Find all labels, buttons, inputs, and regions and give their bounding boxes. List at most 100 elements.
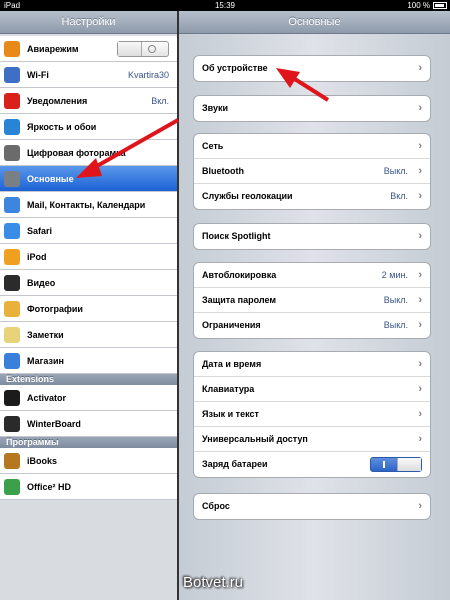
- sidebar-item-label: WinterBoard: [27, 419, 81, 429]
- sidebar-item-label: Activator: [27, 393, 67, 403]
- sidebar-item-label: iBooks: [27, 456, 58, 466]
- brightness-icon: [4, 119, 20, 135]
- settings-row-label: Об устройстве: [202, 63, 268, 73]
- sidebar-item[interactable]: Видео: [0, 270, 177, 296]
- sidebar-item[interactable]: Цифровая фоторамка: [0, 140, 177, 166]
- safari-icon: [4, 223, 20, 239]
- settings-row[interactable]: Службы геолокации Вкл. ›: [194, 184, 430, 209]
- chevron-right-icon: ›: [418, 383, 422, 395]
- settings-row-label: Звуки: [202, 103, 228, 113]
- settings-row-label: Заряд батареи: [202, 459, 268, 469]
- sidebar-item-label: Основные: [27, 174, 74, 184]
- sidebar-list: Авиарежим Wi-Fi Kvartira30 Уведомления Вкл. Я…: [0, 36, 177, 500]
- chevron-right-icon: ›: [418, 140, 422, 152]
- settings-row[interactable]: Сеть ›: [194, 134, 430, 159]
- settings-row-value: Выкл.: [383, 320, 408, 330]
- ibooks-icon: [4, 453, 20, 469]
- sidebar-item-label: Заметки: [27, 330, 64, 340]
- settings-row[interactable]: Защита паролем Выкл. ›: [194, 288, 430, 313]
- settings-row-label: Сброс: [202, 501, 230, 511]
- sidebar-item[interactable]: Office² HD: [0, 474, 177, 500]
- gear-icon: [4, 171, 20, 187]
- mail-icon: [4, 197, 20, 213]
- sidebar-item[interactable]: Магазин: [0, 348, 177, 374]
- chevron-right-icon: ›: [418, 319, 422, 331]
- sidebar-item[interactable]: Mail, Контакты, Календари: [0, 192, 177, 218]
- settings-row-value: Вкл.: [390, 191, 408, 201]
- settings-row[interactable]: Звуки ›: [194, 96, 430, 121]
- settings-group: Звуки ›: [193, 95, 431, 122]
- sidebar-item[interactable]: iBooks: [0, 448, 177, 474]
- sidebar-item[interactable]: iPod: [0, 244, 177, 270]
- settings-row[interactable]: Ограничения Выкл. ›: [194, 313, 430, 338]
- settings-row[interactable]: Универсальный доступ ›: [194, 427, 430, 452]
- settings-group: Дата и время › Клавиатура › Язык и текст › Уни…: [193, 351, 431, 478]
- sidebar-item[interactable]: WinterBoard: [0, 411, 177, 437]
- sidebar-item[interactable]: Основные: [0, 166, 177, 192]
- settings-sidebar: Настройки Авиарежим Wi-Fi Kvartira30 Уведом…: [0, 11, 177, 600]
- battery-percentage-toggle[interactable]: [370, 457, 422, 472]
- sidebar-item[interactable]: Wi-Fi Kvartira30: [0, 62, 177, 88]
- settings-group: Сброс ›: [193, 493, 431, 520]
- pane-title: Основные: [179, 11, 450, 34]
- settings-row[interactable]: Поиск Spotlight ›: [194, 224, 430, 249]
- chevron-right-icon: ›: [418, 358, 422, 370]
- winterboard-icon: [4, 416, 20, 432]
- sidebar-item-label: Mail, Контакты, Календари: [27, 200, 146, 210]
- sidebar-item-label: Магазин: [27, 356, 64, 366]
- chevron-right-icon: ›: [418, 408, 422, 420]
- settings-row[interactable]: Об устройстве ›: [194, 56, 430, 81]
- photo-frame-icon: [4, 145, 20, 161]
- sidebar-item-label: Office² HD: [27, 482, 72, 492]
- sidebar-item-value: Kvartira30: [127, 70, 169, 80]
- video-icon: [4, 275, 20, 291]
- settings-row[interactable]: Bluetooth Выкл. ›: [194, 159, 430, 184]
- battery-percent: 100 %: [407, 1, 430, 10]
- chevron-right-icon: ›: [418, 102, 422, 114]
- status-bar: iPad 15:39 100 %: [0, 0, 450, 11]
- settings-row-value: Выкл.: [383, 166, 408, 176]
- sidebar-item[interactable]: Фотографии: [0, 296, 177, 322]
- sidebar-item-label: Safari: [27, 226, 53, 236]
- settings-row[interactable]: Дата и время ›: [194, 352, 430, 377]
- clock: 15:39: [214, 1, 236, 10]
- sidebar-item[interactable]: Уведомления Вкл.: [0, 88, 177, 114]
- sidebar-title: Настройки: [0, 11, 177, 34]
- settings-row-label: Дата и время: [202, 359, 262, 369]
- settings-row-value: 2 мин.: [381, 270, 408, 280]
- sidebar-section-header: Extensions: [0, 374, 177, 385]
- sidebar-item-label: Авиарежим: [27, 44, 79, 54]
- settings-row-label: Bluetooth: [202, 166, 244, 176]
- settings-row[interactable]: Сброс ›: [194, 494, 430, 519]
- sidebar-item-label: Фотографии: [27, 304, 83, 314]
- sidebar-item[interactable]: Activator: [0, 385, 177, 411]
- sidebar-item[interactable]: Safari: [0, 218, 177, 244]
- chevron-right-icon: ›: [418, 190, 422, 202]
- settings-row[interactable]: Язык и текст ›: [194, 402, 430, 427]
- airplane-mode-toggle[interactable]: [117, 41, 169, 57]
- sidebar-item[interactable]: Яркость и обои: [0, 114, 177, 140]
- settings-row[interactable]: Заряд батареи: [194, 452, 430, 477]
- settings-row-label: Поиск Spotlight: [202, 231, 271, 241]
- notifications-icon: [4, 93, 20, 109]
- chevron-right-icon: ›: [418, 165, 422, 177]
- chevron-right-icon: ›: [418, 500, 422, 512]
- settings-row[interactable]: Клавиатура ›: [194, 377, 430, 402]
- settings-row-value: Выкл.: [383, 295, 408, 305]
- settings-row[interactable]: Автоблокировка 2 мин. ›: [194, 263, 430, 288]
- settings-row-label: Клавиатура: [202, 384, 255, 394]
- activator-icon: [4, 390, 20, 406]
- chevron-right-icon: ›: [418, 433, 422, 445]
- settings-row-label: Сеть: [202, 141, 224, 151]
- settings-group: Об устройстве ›: [193, 55, 431, 82]
- sidebar-section-header: Программы: [0, 437, 177, 448]
- sidebar-item[interactable]: Авиарежим: [0, 36, 177, 62]
- settings-row-label: Язык и текст: [202, 409, 259, 419]
- sidebar-item-label: Wi-Fi: [27, 70, 49, 80]
- photos-icon: [4, 301, 20, 317]
- settings-group: Автоблокировка 2 мин. › Защита паролем Выкл.…: [193, 262, 431, 339]
- chevron-right-icon: ›: [418, 62, 422, 74]
- notes-icon: [4, 327, 20, 343]
- general-pane: Основные Об устройстве › Звуки › Сеть › Blueto…: [179, 11, 450, 600]
- sidebar-item[interactable]: Заметки: [0, 322, 177, 348]
